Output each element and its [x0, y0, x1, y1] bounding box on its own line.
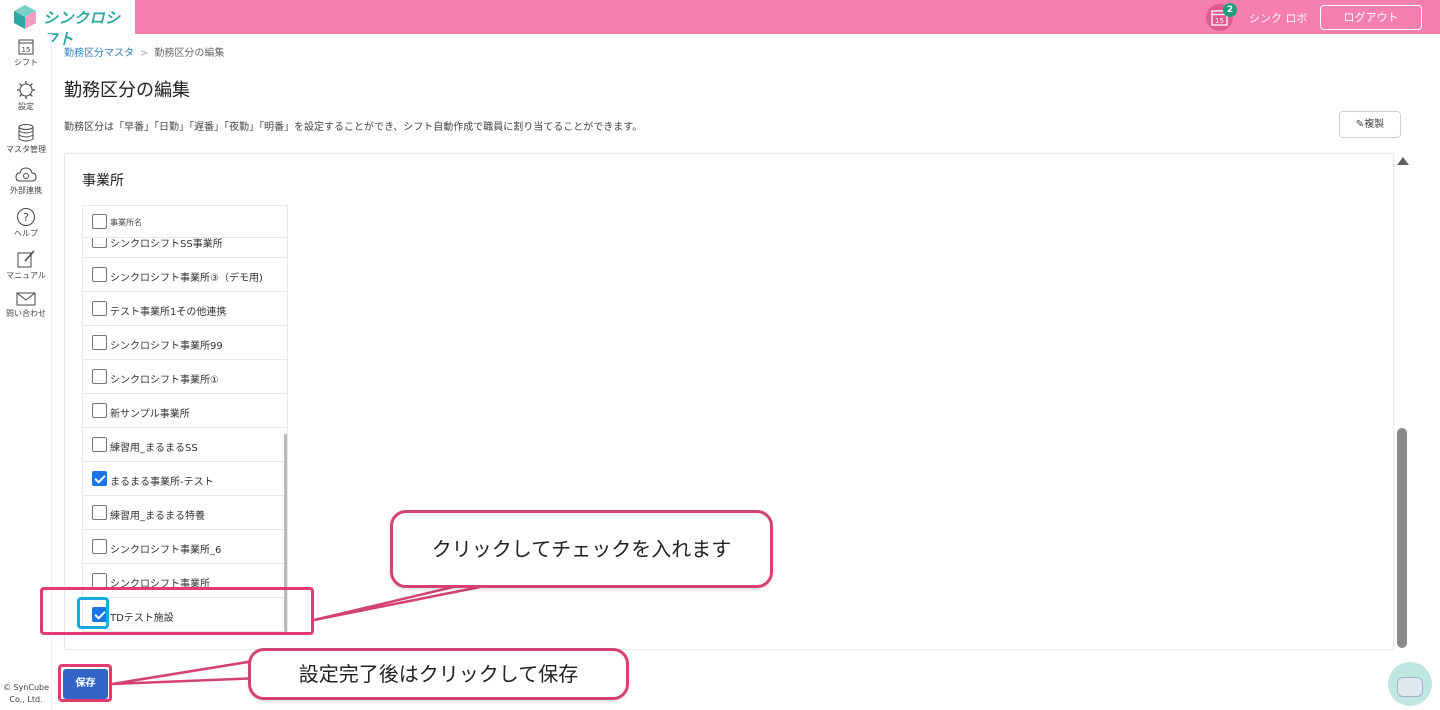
mail-icon [16, 292, 36, 306]
user-name[interactable]: シンク ロボ [1249, 10, 1308, 26]
copyright-line2: Co., Ltd. [9, 695, 43, 704]
svg-text:?: ? [23, 211, 29, 224]
office-checkbox[interactable] [92, 369, 107, 384]
logout-button[interactable]: ログアウト [1320, 5, 1422, 30]
scroll-up-arrow-icon[interactable] [1397, 157, 1409, 165]
callout-check-instruction: クリックしてチェックを入れます [390, 510, 773, 588]
database-icon [18, 124, 34, 142]
nav-item-shift[interactable]: 15 シフト [0, 38, 52, 68]
office-checkbox[interactable] [92, 267, 107, 282]
office-row[interactable]: シンクロシフト事業所99 [83, 326, 287, 360]
office-name: シンクロシフト事業所99 [110, 341, 223, 352]
office-checkbox[interactable] [92, 301, 107, 316]
logo-cube-icon [14, 5, 36, 29]
office-name: まるまる事業所-テスト [110, 477, 214, 488]
nav-item-contact[interactable]: 問い合わせ [0, 291, 52, 319]
svg-text:15: 15 [1215, 17, 1224, 25]
office-name: シンクロシフト事業所① [110, 375, 219, 386]
page-scrollbar[interactable] [1397, 428, 1407, 648]
gear-icon [17, 81, 35, 99]
section-title-offices: 事業所 [82, 173, 124, 189]
office-row[interactable]: まるまる事業所-テスト [83, 462, 287, 496]
page-title: 勤務区分の編集 [64, 80, 190, 101]
copy-button[interactable]: ✎複製 [1339, 111, 1401, 138]
nav-item-integration[interactable]: 外部連携 [0, 166, 52, 196]
office-checkbox[interactable] [92, 539, 107, 554]
nav-item-master[interactable]: マスタ管理 [0, 123, 52, 155]
office-checkbox[interactable] [92, 437, 107, 452]
office-checkbox[interactable] [92, 335, 107, 350]
office-row[interactable]: 練習用_まるまるSS [83, 428, 287, 462]
copyright-line1: © SynCube [2, 683, 50, 692]
callout-save-instruction: 設定完了後はクリックして保存 [248, 648, 629, 700]
nav-label-settings: 設定 [18, 102, 34, 111]
office-name: シンクロシフト事業所③（デモ用) [110, 273, 263, 284]
highlight-frame-save [58, 664, 112, 702]
calendar-icon: 15 [18, 39, 34, 55]
notification-badge: 2 [1223, 3, 1237, 17]
nav-label-shift: シフト [14, 58, 38, 67]
page-description: 勤務区分は「早番」「日勤」「遅番」「夜勤」「明番」を設定することができ、シフト自… [64, 122, 643, 133]
office-row[interactable]: シンクロシフト事業所③（デモ用) [83, 258, 287, 292]
copy-button-label: 複製 [1364, 119, 1385, 130]
nav-label-manual: マニュアル [6, 271, 46, 280]
office-row[interactable]: シンクロシフト事業所① [83, 360, 287, 394]
office-checkbox[interactable] [92, 471, 107, 486]
cloud-icon [15, 167, 37, 182]
robot-icon [1397, 677, 1423, 697]
copyright: © SynCube Co., Ltd. [0, 682, 52, 706]
office-name-header: 事業所名 [110, 218, 142, 227]
nav-item-help[interactable]: ? ヘルプ [0, 207, 52, 239]
select-all-checkbox[interactable] [92, 214, 107, 229]
highlight-frame-checkbox [77, 597, 109, 629]
pencil-icon: ✎ [1355, 119, 1365, 130]
office-row[interactable]: 練習用_まるまる特養 [83, 496, 287, 530]
nav-label-contact: 問い合わせ [6, 309, 46, 318]
office-checkbox[interactable] [92, 573, 107, 588]
office-list[interactable]: 事業所名 シンクロシフトSS事業所 シンクロシフト事業所③（デモ用) テスト事業所1… [82, 205, 288, 633]
office-row[interactable]: テスト事業所1その他連携 [83, 292, 287, 326]
help-icon: ? [17, 208, 35, 226]
office-name: テスト事業所1その他連携 [110, 307, 227, 318]
office-row[interactable]: シンクロシフト事業所_6 [83, 530, 287, 564]
nav-label-integration: 外部連携 [10, 186, 42, 195]
office-name: 練習用_まるまる特養 [110, 511, 205, 522]
logo-text: シンクロシフト [43, 9, 121, 48]
breadcrumb-parent-link[interactable]: 勤務区分マスタ [64, 48, 134, 59]
svg-text:15: 15 [22, 46, 31, 54]
office-row[interactable]: 新サンプル事業所 [83, 394, 287, 428]
office-checkbox[interactable] [92, 505, 107, 520]
office-checkbox[interactable] [92, 403, 107, 418]
office-list-header: 事業所名 [83, 206, 287, 238]
nav-item-manual[interactable]: マニュアル [0, 249, 52, 281]
breadcrumb-separator: > [140, 48, 149, 59]
nav-label-master: マスタ管理 [6, 145, 46, 154]
manual-icon [17, 250, 35, 268]
office-name: 練習用_まるまるSS [110, 443, 198, 454]
breadcrumb-current: 勤務区分の編集 [154, 48, 225, 59]
logo[interactable]: シンクロシフト [0, 0, 135, 48]
nav-item-settings[interactable]: 設定 [0, 80, 52, 112]
nav-label-help: ヘルプ [14, 229, 38, 238]
top-header: シンクロシフト 15 2 シンク ロボ ログアウト [0, 0, 1440, 48]
office-name: 新サンプル事業所 [110, 409, 190, 420]
office-name: シンクロシフト事業所_6 [110, 545, 222, 556]
breadcrumb: 勤務区分マスタ > 勤務区分の編集 [64, 44, 224, 59]
